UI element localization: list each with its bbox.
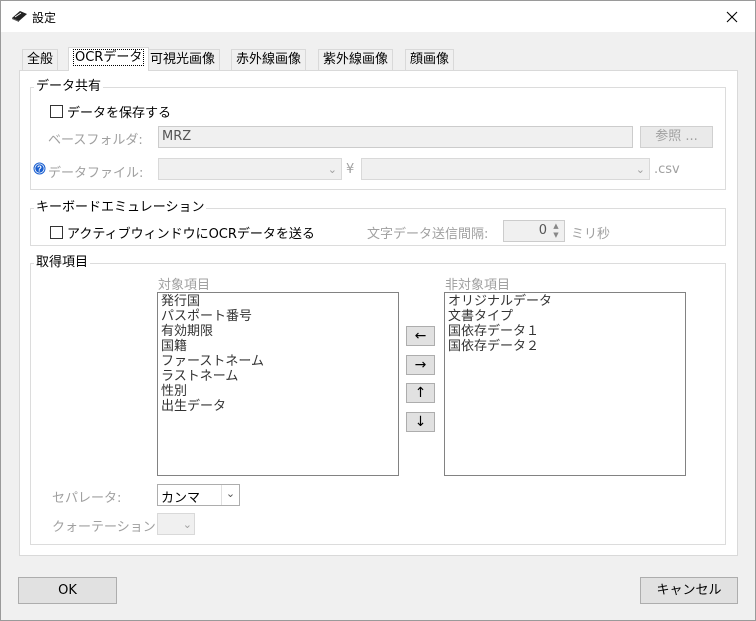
tab-face-image[interactable]: 顔画像	[405, 49, 455, 70]
list-item[interactable]: 国依存データ２	[448, 339, 682, 354]
list-item[interactable]: 国籍	[161, 339, 395, 354]
app-icon	[12, 11, 27, 22]
move-left-button[interactable]: ←	[406, 326, 435, 346]
move-right-button[interactable]: →	[406, 355, 435, 375]
close-icon	[726, 11, 738, 22]
spin-down-icon[interactable]: ▼	[550, 231, 562, 240]
path-separator: ¥	[346, 162, 355, 177]
list-item[interactable]: 有効期限	[161, 324, 395, 339]
list-item[interactable]: ラストネーム	[161, 369, 395, 384]
arrow-up-icon: ↑	[414, 385, 427, 401]
data-file-label: データファイル:	[48, 166, 144, 181]
quotation-combo[interactable]: ⌄	[157, 513, 195, 535]
separator-label: セパレータ:	[52, 491, 122, 506]
move-up-button[interactable]: ↑	[406, 383, 435, 403]
chevron-down-icon: ⌄	[182, 518, 192, 531]
keyboard-emulation-group-title: キーボードエミュレーション	[34, 200, 207, 216]
chevron-down-icon[interactable]: ⌄	[221, 485, 239, 505]
target-items-label: 対象項目	[158, 278, 211, 293]
nontarget-items-label: 非対象項目	[445, 278, 511, 293]
quotation-label: クォーテーション:	[52, 520, 161, 535]
cancel-button[interactable]: キャンセル	[640, 577, 738, 604]
base-folder-label: ベースフォルダ:	[48, 133, 143, 148]
separator-combo[interactable]: カンマ ⌄	[157, 484, 240, 506]
arrow-down-icon: ↓	[414, 414, 427, 430]
list-item[interactable]: パスポート番号	[161, 309, 395, 324]
base-folder-input[interactable]: MRZ	[158, 126, 633, 148]
list-item[interactable]: 性別	[161, 384, 395, 399]
target-items-container: 発行国 パスポート番号 有効期限 国籍 ファーストネーム ラストネーム 性別 出生データ	[161, 294, 395, 414]
tab-visible-image[interactable]: 可視光画像	[145, 49, 221, 70]
arrow-left-icon: ←	[414, 328, 427, 344]
send-interval-spinner[interactable]: 0 ▲ ▼	[503, 220, 565, 242]
send-interval-label: 文字データ送信間隔:	[367, 227, 489, 242]
data-file-combo-1[interactable]: ⌄	[158, 158, 342, 180]
data-file-combo-2[interactable]: ⌄	[361, 158, 650, 180]
arrow-right-icon: →	[414, 357, 427, 373]
list-item[interactable]: オリジナルデータ	[448, 294, 682, 309]
tab-general[interactable]: 全般	[22, 49, 59, 70]
save-data-checkbox[interactable]: データを保存する	[50, 102, 171, 121]
question-icon: ?	[33, 162, 46, 175]
list-item[interactable]: 発行国	[161, 294, 395, 309]
save-data-checkbox-box[interactable]	[50, 105, 63, 118]
nontarget-items-container: オリジナルデータ 文書タイプ 国依存データ１ 国依存データ２	[448, 294, 682, 354]
send-interval-unit: ミリ秒	[571, 227, 611, 242]
send-interval-value: 0	[538, 223, 547, 238]
save-data-checkbox-label: データを保存する	[67, 106, 172, 121]
help-icon[interactable]: ?	[33, 162, 46, 179]
list-item[interactable]: 文書タイプ	[448, 309, 682, 324]
ok-button[interactable]: OK	[18, 577, 117, 604]
nontarget-items-list[interactable]: オリジナルデータ 文書タイプ 国依存データ１ 国依存データ２	[444, 292, 686, 476]
list-item[interactable]: 国依存データ１	[448, 324, 682, 339]
svg-text:?: ?	[37, 164, 42, 173]
list-item[interactable]: ファーストネーム	[161, 354, 395, 369]
spin-up-icon[interactable]: ▲	[550, 222, 562, 231]
send-to-active-window-checkbox[interactable]: アクティブウィンドウにOCRデータを送る	[50, 223, 315, 242]
move-down-button[interactable]: ↓	[406, 412, 435, 432]
data-share-group-title: データ共有	[34, 79, 104, 95]
window-title: 設定	[32, 11, 57, 25]
browse-button[interactable]: 参照 ...	[640, 126, 713, 148]
chevron-down-icon: ⌄	[635, 163, 645, 176]
send-to-active-window-checkbox-box[interactable]	[50, 226, 63, 239]
chevron-down-icon: ⌄	[327, 163, 337, 176]
list-item[interactable]: 出生データ	[161, 399, 395, 414]
separator-combo-value: カンマ	[161, 491, 201, 506]
acquired-items-group-title: 取得項目	[34, 255, 91, 271]
file-extension: .csv	[654, 162, 680, 177]
tab-infrared-image[interactable]: 赤外線画像	[231, 49, 307, 70]
tab-ultraviolet-image[interactable]: 紫外線画像	[318, 49, 394, 70]
send-to-active-window-label: アクティブウィンドウにOCRデータを送る	[67, 227, 315, 242]
tab-ocr-data-label: OCRデータ	[73, 49, 145, 66]
title-bar: 設定	[1, 1, 755, 32]
tab-ocr-data[interactable]: OCRデータ	[68, 47, 150, 71]
close-button[interactable]	[709, 1, 755, 32]
target-items-list[interactable]: 発行国 パスポート番号 有効期限 国籍 ファーストネーム ラストネーム 性別 出生データ	[157, 292, 399, 476]
